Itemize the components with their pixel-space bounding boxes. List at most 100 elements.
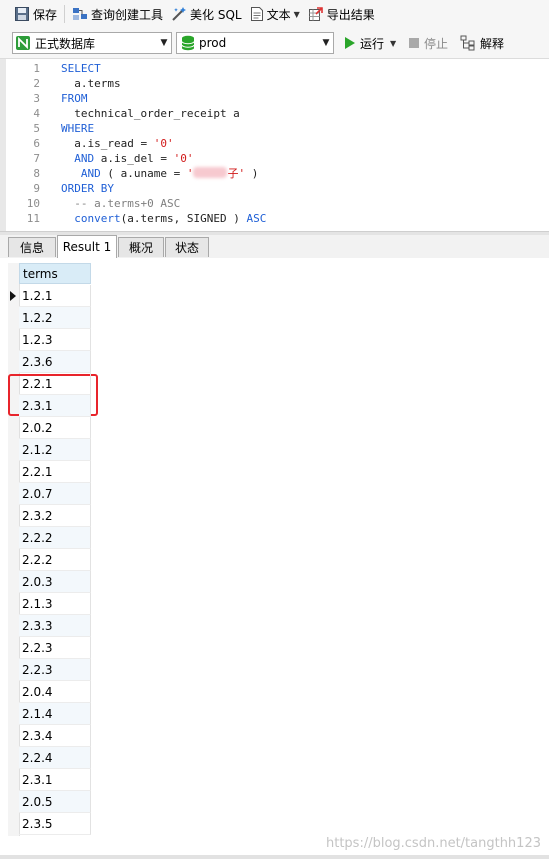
code-token: 子' xyxy=(227,167,246,180)
table-row[interactable]: 1.2.1 xyxy=(19,285,91,307)
table-row[interactable]: 2.3.1 xyxy=(19,395,91,417)
code-text: a.is_read = '0' xyxy=(61,136,174,151)
code-line: 7 AND a.is_del = '0' xyxy=(6,151,546,166)
code-token: a.terms xyxy=(61,77,121,90)
table-row[interactable]: 2.1.2 xyxy=(19,439,91,461)
watermark: https://blog.csdn.net/tangthh123 xyxy=(325,836,541,851)
chevron-down-icon: ▼ xyxy=(322,38,330,48)
table-row[interactable]: 1.2.3 xyxy=(19,329,91,351)
line-number: 9 xyxy=(33,182,40,195)
code-token: ) xyxy=(245,167,259,180)
table-row[interactable]: 2.0.4 xyxy=(19,681,91,703)
tab-result-1[interactable]: Result 1 xyxy=(57,235,117,259)
line-number: 8 xyxy=(33,167,40,180)
redacted-text xyxy=(193,167,228,178)
code-token: a.is_del = xyxy=(94,152,174,165)
schema-value: prod xyxy=(199,36,227,50)
line-number: 2 xyxy=(33,77,40,90)
line-number: 11 xyxy=(26,212,40,225)
line-number: 4 xyxy=(33,107,40,120)
code-token: -- a.terms+0 ASC xyxy=(61,197,181,210)
chevron-down-icon: ▼ xyxy=(160,38,168,48)
tab-overview[interactable]: 概况 xyxy=(118,237,164,257)
table-row[interactable]: 1.2.2 xyxy=(19,307,91,329)
database-icon xyxy=(181,35,195,51)
code-text: a.terms xyxy=(61,76,121,91)
code-line: 11 convert(a.terms, SIGNED ) ASC xyxy=(6,211,546,226)
code-line: 4 technical_order_receipt a xyxy=(6,106,546,121)
line-number: 7 xyxy=(33,152,40,165)
table-row[interactable]: 2.2.2 xyxy=(19,549,91,571)
table-row[interactable]: 2.0.2 xyxy=(19,417,91,439)
code-text: technical_order_receipt a xyxy=(61,106,240,121)
save-button[interactable]: 保存 xyxy=(10,2,61,26)
code-text: FROM xyxy=(61,91,88,106)
table-row[interactable]: 2.3.1 xyxy=(19,769,91,791)
magic-wand-icon xyxy=(172,7,187,21)
code-line: 6 a.is_read = '0' xyxy=(6,136,546,151)
export-results-button[interactable]: 导出结果 xyxy=(304,2,379,26)
toolbar-divider xyxy=(64,5,66,23)
tab-info[interactable]: 信息 xyxy=(8,237,56,257)
main-toolbar: 保存 查询创建工具 美化 SQL 文本 ▼ 导出结果 xyxy=(0,0,549,28)
tab-status[interactable]: 状态 xyxy=(165,237,209,257)
text-button[interactable]: 文本 ▼ xyxy=(246,2,304,26)
table-row[interactable]: 2.3.3 xyxy=(19,615,91,637)
export-icon xyxy=(308,7,323,21)
code-token: WHERE xyxy=(61,122,95,135)
chevron-down-icon[interactable]: ▼ xyxy=(390,39,396,48)
document-icon xyxy=(250,7,263,21)
code-token: ( a.uname = xyxy=(100,167,187,180)
table-row[interactable]: 2.2.1 xyxy=(19,373,91,395)
connection-bar: 正式数据库 ▼ prod ▼ 运行 ▼ 停止 解释 xyxy=(0,28,549,59)
line-number: 1 xyxy=(33,62,40,75)
table-row[interactable]: 2.0.3 xyxy=(19,571,91,593)
table-row[interactable]: 2.3.5 xyxy=(19,813,91,835)
table-row[interactable]: 2.2.3 xyxy=(19,637,91,659)
result-tabs: 信息 Result 1 概况 状态 xyxy=(0,235,549,259)
code-token: ORDER BY xyxy=(61,182,114,195)
code-token: AND xyxy=(61,167,101,180)
connection-select[interactable]: 正式数据库 ▼ xyxy=(12,32,172,54)
stop-button[interactable]: 停止 xyxy=(408,33,448,53)
table-row[interactable]: 2.1.4 xyxy=(19,703,91,725)
table-row[interactable]: 2.3.4 xyxy=(19,725,91,747)
save-label: 保存 xyxy=(33,7,58,22)
stop-icon xyxy=(409,38,419,48)
code-line: 5 WHERE xyxy=(6,121,546,136)
table-row[interactable]: 2.1.3 xyxy=(19,593,91,615)
code-text: convert(a.terms, SIGNED ) ASC xyxy=(61,211,266,226)
code-text: AND a.is_del = '0' xyxy=(61,151,193,166)
beautify-sql-button[interactable]: 美化 SQL xyxy=(167,2,246,26)
explain-icon xyxy=(460,35,475,51)
query-builder-label: 查询创建工具 xyxy=(91,7,164,22)
chevron-down-icon[interactable]: ▼ xyxy=(294,10,300,19)
explain-button[interactable]: 解释 xyxy=(460,33,504,53)
beautify-sql-label: 美化 SQL xyxy=(190,7,242,22)
query-builder-button[interactable]: 查询创建工具 xyxy=(68,2,167,26)
table-row[interactable]: 2.2.2 xyxy=(19,527,91,549)
code-token: '0' xyxy=(153,137,174,150)
schema-select[interactable]: prod ▼ xyxy=(176,32,334,54)
table-row[interactable]: 2.0.7 xyxy=(19,483,91,505)
table-row[interactable]: 2.2.3 xyxy=(19,659,91,681)
code-line: 3 FROM xyxy=(6,91,546,106)
connection-value: 正式数据库 xyxy=(35,36,96,51)
play-icon xyxy=(345,37,355,49)
table-row[interactable]: 2.0.5 xyxy=(19,791,91,813)
run-button[interactable]: 运行 ▼ xyxy=(344,33,396,53)
line-number: 3 xyxy=(33,92,40,105)
line-number: 10 xyxy=(26,197,40,210)
table-row[interactable]: 2.2.4 xyxy=(19,747,91,769)
code-text: AND ( a.uname = ' 子' ) xyxy=(61,166,258,181)
result-grid[interactable]: terms 1.2.1 1.2.2 1.2.3 2.3.6 2.2.1 2.3.1 2.0.… xyxy=(0,258,549,859)
code-text: SELECT xyxy=(61,61,101,76)
column-header-terms[interactable]: terms xyxy=(19,263,91,284)
explain-label: 解释 xyxy=(480,36,505,51)
run-label: 运行 xyxy=(360,36,385,51)
table-row[interactable]: 2.3.6 xyxy=(19,351,91,373)
code-line: 1 SELECT xyxy=(6,61,546,76)
table-row[interactable]: 2.3.2 xyxy=(19,505,91,527)
table-row[interactable]: 2.2.1 xyxy=(19,461,91,483)
sql-editor[interactable]: 1 SELECT 2 a.terms 3 FROM 4 technical_order_r… xyxy=(0,59,549,231)
